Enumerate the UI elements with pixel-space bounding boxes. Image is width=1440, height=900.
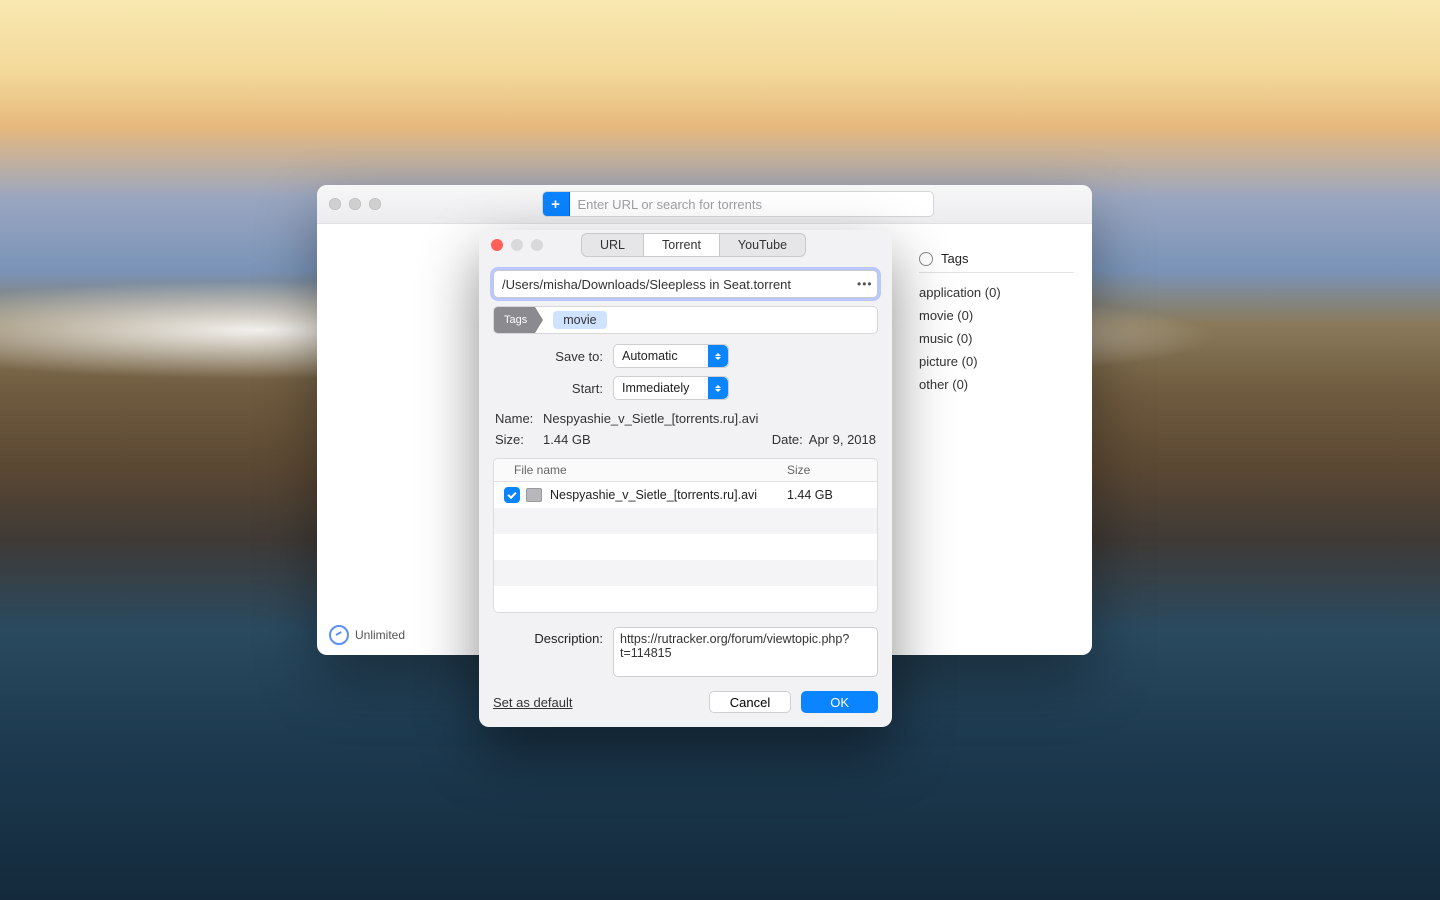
save-to-label: Save to: — [493, 349, 613, 364]
start-select[interactable]: Immediately — [613, 376, 729, 400]
file-table: File name Size Nespyashie_v_Sietle_[torr… — [493, 458, 878, 613]
sidebar-item-picture[interactable]: picture (0) — [919, 350, 1074, 373]
table-row-empty — [494, 534, 877, 560]
description-label: Description: — [493, 627, 613, 646]
sidebar-item-music[interactable]: music (0) — [919, 327, 1074, 350]
chevron-updown-icon — [708, 345, 728, 367]
file-checkbox[interactable] — [504, 487, 520, 503]
zoom-window-button[interactable] — [369, 198, 381, 210]
sidebar-item-application[interactable]: application (0) — [919, 281, 1074, 304]
url-search-field: + — [542, 191, 934, 217]
footer-status-label: Unlimited — [355, 628, 405, 642]
add-button[interactable]: + — [543, 192, 570, 216]
sidebar-heading: Tags — [919, 251, 1074, 273]
cancel-button[interactable]: Cancel — [709, 691, 791, 713]
torrent-path-value: /Users/misha/Downloads/Sleepless in Seat… — [502, 277, 791, 292]
tab-torrent[interactable]: Torrent — [643, 234, 719, 256]
tags-field[interactable]: Tags movie — [493, 306, 878, 334]
description-textarea[interactable] — [613, 627, 878, 677]
sidebar-item-other[interactable]: other (0) — [919, 373, 1074, 396]
name-label: Name: — [495, 411, 543, 426]
set-default-link[interactable]: Set as default — [493, 695, 573, 710]
sheet-close-button[interactable] — [491, 239, 503, 251]
browse-button[interactable] — [851, 274, 873, 294]
start-value: Immediately — [622, 381, 689, 395]
size-value: 1.44 GB — [543, 432, 591, 447]
table-row-empty — [494, 560, 877, 586]
add-torrent-sheet: URL Torrent YouTube /Users/misha/Downloa… — [479, 230, 892, 727]
table-row[interactable]: Nespyashie_v_Sietle_[torrents.ru].avi 1.… — [494, 482, 877, 508]
table-row-empty — [494, 586, 877, 612]
footer-status: Unlimited — [329, 625, 405, 645]
desktop-wallpaper: + Tags application (0) movie (0) music (… — [0, 0, 1440, 900]
tab-url[interactable]: URL — [582, 234, 643, 256]
sidebar-item-movie[interactable]: movie (0) — [919, 304, 1074, 327]
video-file-icon — [526, 488, 542, 502]
close-window-button[interactable] — [329, 198, 341, 210]
speed-icon — [329, 625, 349, 645]
torrent-path-field[interactable]: /Users/misha/Downloads/Sleepless in Seat… — [493, 270, 878, 298]
sidebar-heading-label: Tags — [941, 251, 968, 266]
name-value: Nespyashie_v_Sietle_[torrents.ru].avi — [543, 411, 758, 426]
sheet-minimize-button — [511, 239, 523, 251]
source-type-segmented: URL Torrent YouTube — [581, 233, 806, 257]
tags-chip-label: Tags — [494, 307, 535, 333]
column-size[interactable]: Size — [787, 463, 877, 477]
minimize-window-button[interactable] — [349, 198, 361, 210]
size-label: Size: — [495, 432, 543, 447]
save-to-value: Automatic — [622, 349, 678, 363]
save-to-select[interactable]: Automatic — [613, 344, 729, 368]
window-controls — [329, 198, 381, 210]
start-label: Start: — [493, 381, 613, 396]
date-label: Date: — [772, 432, 803, 447]
tags-icon — [919, 252, 933, 266]
chevron-updown-icon — [708, 377, 728, 399]
tab-youtube[interactable]: YouTube — [719, 234, 805, 256]
sheet-titlebar: URL Torrent YouTube — [479, 230, 892, 260]
column-file-name[interactable]: File name — [494, 463, 787, 477]
tag-pill-movie[interactable]: movie — [553, 311, 606, 329]
sheet-zoom-button — [531, 239, 543, 251]
tags-sidebar: Tags application (0) movie (0) music (0)… — [919, 251, 1074, 396]
file-size-cell: 1.44 GB — [787, 488, 877, 502]
titlebar: + — [317, 185, 1092, 224]
ok-button[interactable]: OK — [801, 691, 878, 713]
table-row-empty — [494, 508, 877, 534]
file-name-cell: Nespyashie_v_Sietle_[torrents.ru].avi — [550, 488, 787, 502]
date-value: Apr 9, 2018 — [809, 432, 876, 447]
search-input[interactable] — [570, 192, 933, 216]
